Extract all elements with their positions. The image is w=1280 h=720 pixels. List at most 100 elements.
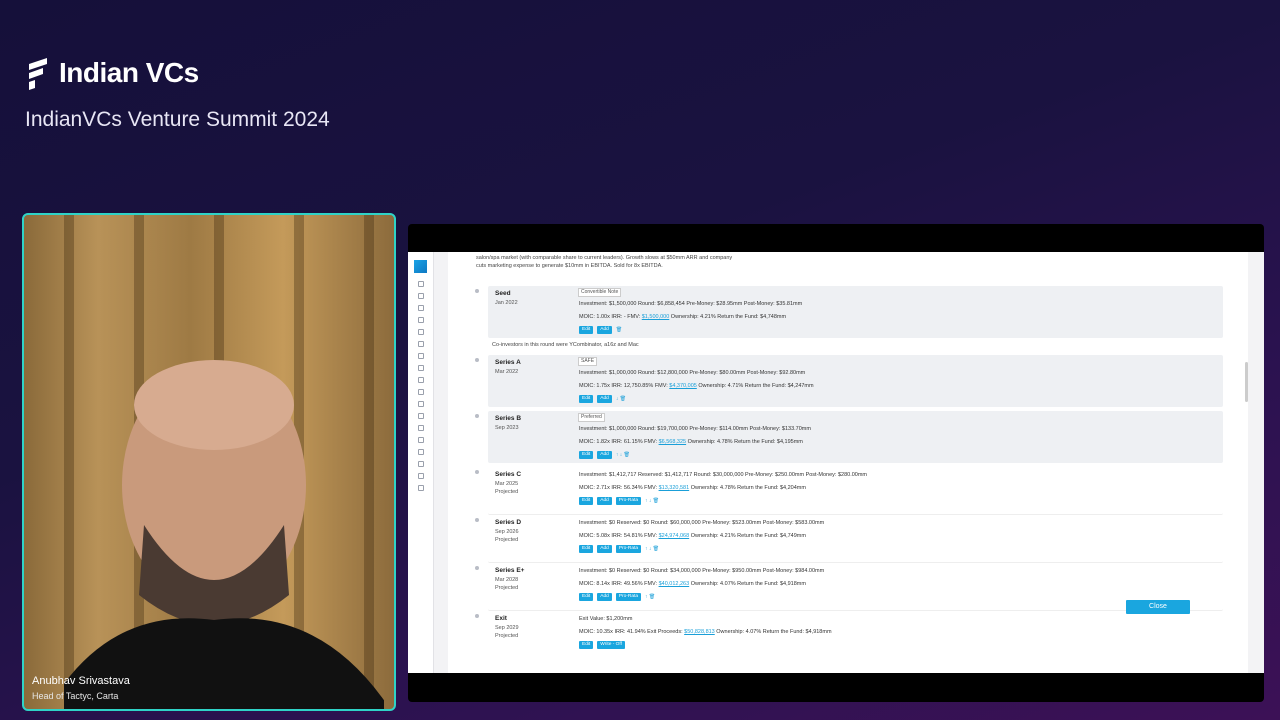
edit-button[interactable]: Edit (579, 497, 594, 505)
edit-button[interactable]: Edit (579, 395, 594, 403)
refresh-icon[interactable] (417, 281, 424, 287)
round-series-c: Series C Mar 2025 Projected Investment: … (488, 467, 1223, 515)
calculator-icon[interactable] (417, 353, 424, 359)
speaker-name: Anubhav Srivastava (32, 675, 130, 687)
chart-icon[interactable] (417, 389, 424, 395)
timeline-dot (475, 566, 479, 570)
round-actions: Edit Add 🗑 (579, 326, 622, 334)
add-button[interactable]: Add (597, 395, 612, 403)
search-icon[interactable] (417, 473, 424, 479)
document-icon[interactable] (417, 305, 424, 311)
timeline-dot (475, 289, 479, 293)
edit-button[interactable]: Edit (579, 593, 594, 601)
round-investment-line: Investment: $1,000,000 Round: $12,800,00… (579, 370, 806, 376)
edit-button[interactable]: Edit (579, 641, 594, 649)
trash-icon[interactable]: 🗑 (616, 327, 622, 333)
pro-rata-button[interactable]: Pro-Rata (615, 497, 642, 505)
users-icon[interactable] (417, 461, 424, 467)
move-delete-icons[interactable]: ↑ ↓ 🗑 (616, 452, 630, 458)
speaker-video-tile: Anubhav Srivastava Head of Tactyc, Carta (22, 213, 396, 711)
round-name: Series A (495, 359, 521, 366)
grid-icon[interactable] (417, 317, 424, 323)
round-name: Series E+ (495, 567, 525, 574)
round-metrics-line: MOIC: 8.14x IRR: 49.56% FMV: $40,012,263… (579, 581, 806, 587)
round-date: Sep 2023 (495, 425, 519, 431)
write-off-button[interactable]: Write - Off (597, 641, 625, 649)
tactyc-logo-icon[interactable] (414, 260, 427, 273)
fmv-link[interactable]: $6,568,325 (659, 439, 687, 445)
round-date: Mar 2025 (495, 481, 519, 487)
round-date: Jan 2022 (495, 300, 518, 306)
exit-value-line: Exit Value: $1,200mm (579, 616, 633, 622)
close-button[interactable]: Close (1126, 600, 1190, 614)
tactyc-app: salon/spa market (with comparable share … (408, 252, 1264, 673)
add-button[interactable]: Add (597, 326, 612, 334)
round-actions: Edit Add ↓ 🗑 (579, 395, 626, 403)
add-button[interactable]: Add (597, 545, 612, 553)
edit-button[interactable]: Edit (579, 451, 594, 459)
timeline-dot (475, 414, 479, 418)
round-type-badge: Convertible Note (578, 288, 622, 297)
round-name: Exit (495, 615, 507, 622)
round-series-a: Series A Mar 2022 SAFE Investment: $1,00… (488, 355, 1223, 407)
intro-line: salon/spa market (with comparable share … (476, 255, 733, 261)
round-date: Sep 2026 (495, 529, 519, 535)
round-date: Mar 2028 (495, 577, 519, 583)
move-delete-icons[interactable]: ↑ ↓ 🗑 (645, 546, 659, 552)
round-type-badge: SAFE (578, 357, 598, 366)
edit-button[interactable]: Edit (579, 545, 594, 553)
history-icon[interactable] (417, 437, 424, 443)
round-date: Sep 2029 (495, 625, 519, 631)
round-series-d: Series D Sep 2026 Projected Investment: … (488, 515, 1223, 563)
sliders-icon[interactable] (417, 329, 424, 335)
gear-icon[interactable] (417, 485, 424, 491)
exit-proceeds-link[interactable]: $50,828,813 (684, 629, 715, 635)
bookmark-icon[interactable] (417, 377, 424, 383)
fmv-link[interactable]: $24,974,068 (659, 533, 690, 539)
round-investment-line: Investment: $1,500,000 Round: $6,858,454… (579, 301, 803, 307)
pro-rata-button[interactable]: Pro-Rata (615, 545, 642, 553)
pro-rata-button[interactable]: Pro-Rata (615, 593, 642, 601)
round-investment-line: Investment: $1,412,717 Reserved: $1,412,… (579, 472, 868, 478)
round-actions: Edit Write - Off (579, 641, 625, 649)
projected-label: Projected (495, 633, 519, 639)
round-metrics-line: MOIC: 5.08x IRR: 54.81% FMV: $24,974,068… (579, 533, 806, 539)
round-seed: Seed Jan 2022 Convertible Note Investmen… (488, 286, 1223, 338)
add-button[interactable]: Add (597, 451, 612, 459)
add-button[interactable]: Add (597, 497, 612, 505)
fmv-link[interactable]: $40,012,263 (659, 581, 690, 587)
home-icon[interactable] (417, 401, 424, 407)
fmv-link[interactable]: $13,320,581 (659, 485, 690, 491)
scrollbar[interactable] (1245, 362, 1248, 402)
timeline-dot (475, 358, 479, 362)
file-icon[interactable] (417, 365, 424, 371)
indianvcs-logo-icon (29, 58, 47, 90)
app-sidebar (408, 252, 434, 673)
app-main: salon/spa market (with comparable share … (448, 252, 1248, 673)
round-metrics-line: MOIC: 1.00x IRR: - FMV: $1,500,000 Owner… (579, 314, 787, 320)
fmv-link[interactable]: $1,500,000 (642, 314, 670, 320)
edit-button[interactable]: Edit (579, 326, 594, 334)
link-icon[interactable] (417, 341, 424, 347)
projected-label: Projected (495, 537, 519, 543)
round-actions: Edit Add Pro-Rata ↑ 🗑 (579, 593, 655, 601)
round-actions: Edit Add Pro-Rata ↑ ↓ 🗑 (579, 545, 659, 553)
projected-label: Projected (495, 489, 519, 495)
fmv-link[interactable]: $4,370,005 (669, 383, 697, 389)
round-investment-line: Investment: $0 Reserved: $0 Round: $60,0… (579, 520, 825, 526)
round-metrics-line: MOIC: 1.75x IRR: 12,750.85% FMV: $4,370,… (579, 383, 814, 389)
percent-icon[interactable] (417, 413, 424, 419)
intro-line: cuts marketing expense to generate $10mm… (476, 263, 663, 269)
round-type-badge: Preferred (578, 413, 605, 422)
globe-icon[interactable] (417, 449, 424, 455)
user-icon[interactable] (417, 293, 424, 299)
move-delete-icons[interactable]: ↑ 🗑 (645, 594, 655, 600)
clock-icon[interactable] (417, 425, 424, 431)
round-actions: Edit Add ↑ ↓ 🗑 (579, 451, 630, 459)
add-button[interactable]: Add (597, 593, 612, 601)
round-metrics-line: MOIC: 1.82x IRR: 61.15% FMV: $6,568,325 … (579, 439, 803, 445)
move-delete-icons[interactable]: ↓ 🗑 (616, 396, 626, 402)
round-name: Seed (495, 290, 511, 297)
timeline-dot (475, 614, 479, 618)
move-delete-icons[interactable]: ↑ ↓ 🗑 (645, 498, 659, 504)
